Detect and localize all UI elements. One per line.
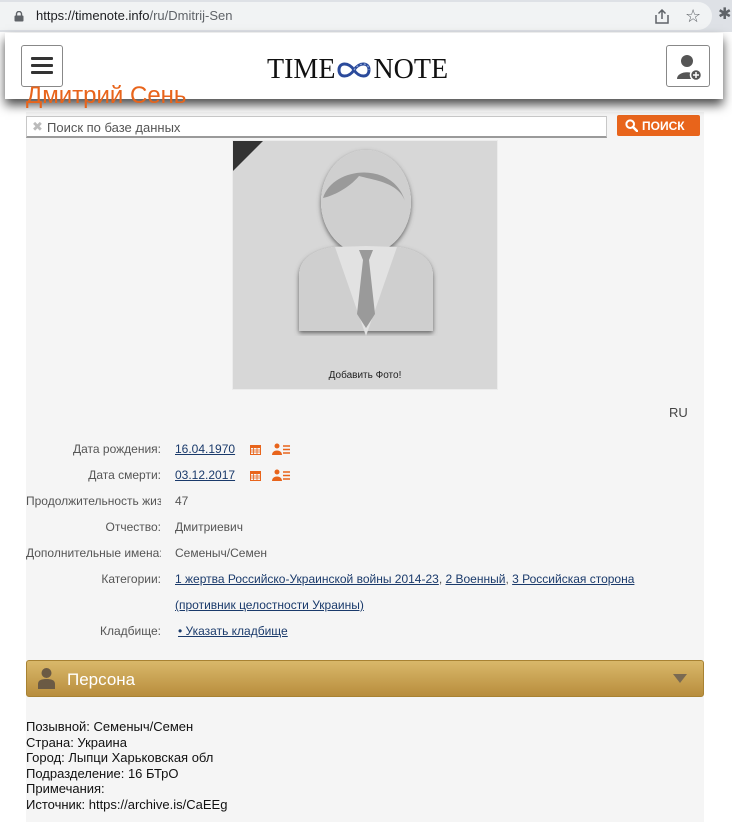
search-input[interactable] xyxy=(47,118,603,136)
clear-icon[interactable]: ✖ xyxy=(32,119,43,135)
add-user-icon xyxy=(677,55,703,82)
url-path: /ru/Dmitrij-Sen xyxy=(149,8,233,23)
language-code[interactable]: RU xyxy=(669,405,688,420)
search-button[interactable]: ПОИСК xyxy=(617,115,700,136)
search-button-label: ПОИСК xyxy=(642,118,685,133)
info-row-birth: Дата рождения: 16.04.1970 xyxy=(0,442,732,462)
person-details: Позывной: Семеныч/Семен Страна: Украина … xyxy=(26,719,227,813)
death-date-label: Дата смерти: xyxy=(88,468,161,482)
menu-bar-icon xyxy=(31,57,53,60)
infinity-logo-icon xyxy=(337,62,371,78)
user-account-button[interactable] xyxy=(666,45,710,87)
address-bar[interactable]: https://timenote.info/ru/Dmitrij-Sen ☆ xyxy=(0,2,712,30)
lock-icon xyxy=(14,11,24,22)
categories-label: Категории: xyxy=(101,572,161,586)
category-separator: , xyxy=(438,572,446,586)
share-icon[interactable] xyxy=(654,9,670,25)
category-link[interactable]: (противник целостности Украины) xyxy=(175,598,364,612)
logo-text-left: TIME xyxy=(267,54,336,85)
bookmark-star-icon[interactable]: ☆ xyxy=(685,6,701,26)
menu-bar-icon xyxy=(31,64,53,67)
add-photo-label: Добавить Фото! xyxy=(328,370,402,381)
page: https://timenote.info/ru/Dmitrij-Sen ☆ ✱… xyxy=(0,0,732,822)
patronymic-label: Отчество: xyxy=(105,520,162,534)
life-duration-label: Продолжительность жизни: xyxy=(26,494,161,508)
info-row-patronymic: Отчество: Дмитриевич xyxy=(0,520,732,540)
category-link[interactable]: 1 жертва Российско-Украинской войны 2014… xyxy=(175,572,439,586)
calendar-icon[interactable] xyxy=(250,444,261,455)
menu-bar-icon xyxy=(31,71,53,74)
section-title: Персона xyxy=(67,670,136,689)
detail-line: Источник: https://archive.is/CaEEg xyxy=(26,796,228,812)
patronymic-value: Дмитриевич xyxy=(175,520,243,534)
info-row-cemetery: Кладбище: • Указать кладбище xyxy=(0,624,732,644)
life-duration-value: 47 xyxy=(175,494,189,508)
info-row-categories: Категории: 1 жертва Российско-Украинской… xyxy=(0,572,732,592)
search-box: ✖ xyxy=(26,116,607,138)
hamburger-menu-button[interactable] xyxy=(21,45,63,87)
extra-names-label: Дополнительные имена: xyxy=(26,546,161,560)
logo-text-right: NOTE xyxy=(373,54,449,85)
photo-placeholder[interactable]: Добавить Фото! xyxy=(232,140,498,390)
set-cemetery-link[interactable]: • Указать кладбище xyxy=(178,624,288,638)
site-logo[interactable]: TIME NOTE xyxy=(267,54,449,85)
category-link[interactable]: 2 Военный xyxy=(446,572,506,586)
person-icon xyxy=(38,668,55,689)
detail-line: Позывной: Семеныч/Семен xyxy=(26,719,194,734)
category-link[interactable]: 3 Российская сторона xyxy=(512,572,634,586)
death-date-link[interactable]: 03.12.2017 xyxy=(175,468,235,482)
info-row-death: Дата смерти: 03.12.2017 xyxy=(0,468,732,488)
detail-line: Подразделение: 16 БТрО xyxy=(26,765,179,781)
info-row-categories-cont: (противник целостности Украины) xyxy=(0,598,732,618)
detail-line: Город: Лыпци Харьковская обл xyxy=(26,750,214,766)
url-host: https://timenote.info xyxy=(36,8,150,23)
birth-date-label: Дата рождения: xyxy=(73,442,161,456)
browser-toolbar: https://timenote.info/ru/Dmitrij-Sen ☆ ✱ xyxy=(0,0,732,32)
people-list-icon[interactable] xyxy=(272,443,290,455)
info-row-extra-names: Дополнительные имена: Семеныч/Семен xyxy=(0,546,732,566)
people-list-icon[interactable] xyxy=(272,469,290,481)
calendar-icon[interactable] xyxy=(250,470,261,481)
categories-line-1: 1 жертва Российско-Украинской войны 2014… xyxy=(175,572,634,586)
avatar-placeholder-icon xyxy=(299,150,433,336)
extra-names-value: Семеныч/Семен xyxy=(175,546,267,560)
extensions-icon[interactable]: ✱ xyxy=(718,6,731,24)
search-icon xyxy=(625,119,638,132)
birth-date-link[interactable]: 16.04.1970 xyxy=(175,442,235,456)
info-row-duration: Продолжительность жизни: 47 xyxy=(0,494,732,514)
page-title: Дмитрий Сень xyxy=(26,82,187,109)
url-text[interactable]: https://timenote.info/ru/Dmitrij-Sen xyxy=(36,8,233,23)
mourning-ribbon-icon xyxy=(233,141,263,171)
detail-line: Страна: Украина xyxy=(26,734,127,750)
section-header-person[interactable]: Персона xyxy=(26,660,704,697)
chevron-down-icon[interactable] xyxy=(673,674,687,683)
detail-line: Примечания: xyxy=(26,781,105,797)
cemetery-label: Кладбище: xyxy=(100,624,161,638)
